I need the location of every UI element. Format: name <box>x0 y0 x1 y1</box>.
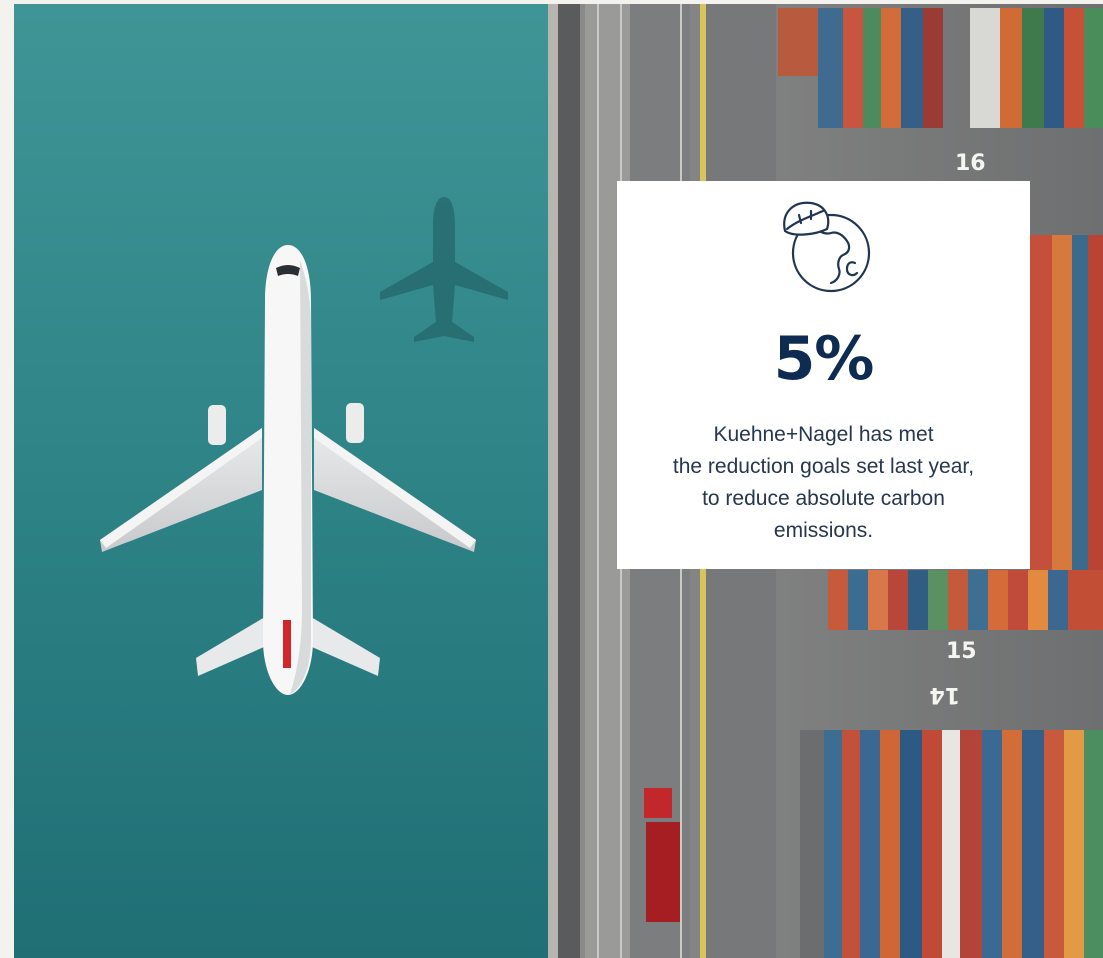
container-stack-bottom <box>800 730 1103 958</box>
stat-description-line: the reduction goals set last year, <box>672 455 975 478</box>
stat-card: 5% Kuehne+Nagel has met the reduction go… <box>617 181 1030 569</box>
berth-label-14: 14 <box>929 682 960 707</box>
stat-description: Kuehne+Nagel has met the reduction goals… <box>633 419 1014 547</box>
hero-banner: 16 15 14 5% Kuehne+Nagel has met the red… <box>0 0 1103 958</box>
leaf-globe-icon <box>617 191 1030 301</box>
stat-description-line: emissions. <box>773 519 874 542</box>
berth-label-15: 15 <box>946 639 977 664</box>
stat-description-line: to reduce absolute carbon <box>702 487 945 510</box>
container-stack-top <box>778 8 1103 128</box>
stat-description-line: Kuehne+Nagel has met <box>713 423 934 446</box>
berth-label-16: 16 <box>955 151 986 176</box>
stat-value: 5% <box>773 324 875 394</box>
